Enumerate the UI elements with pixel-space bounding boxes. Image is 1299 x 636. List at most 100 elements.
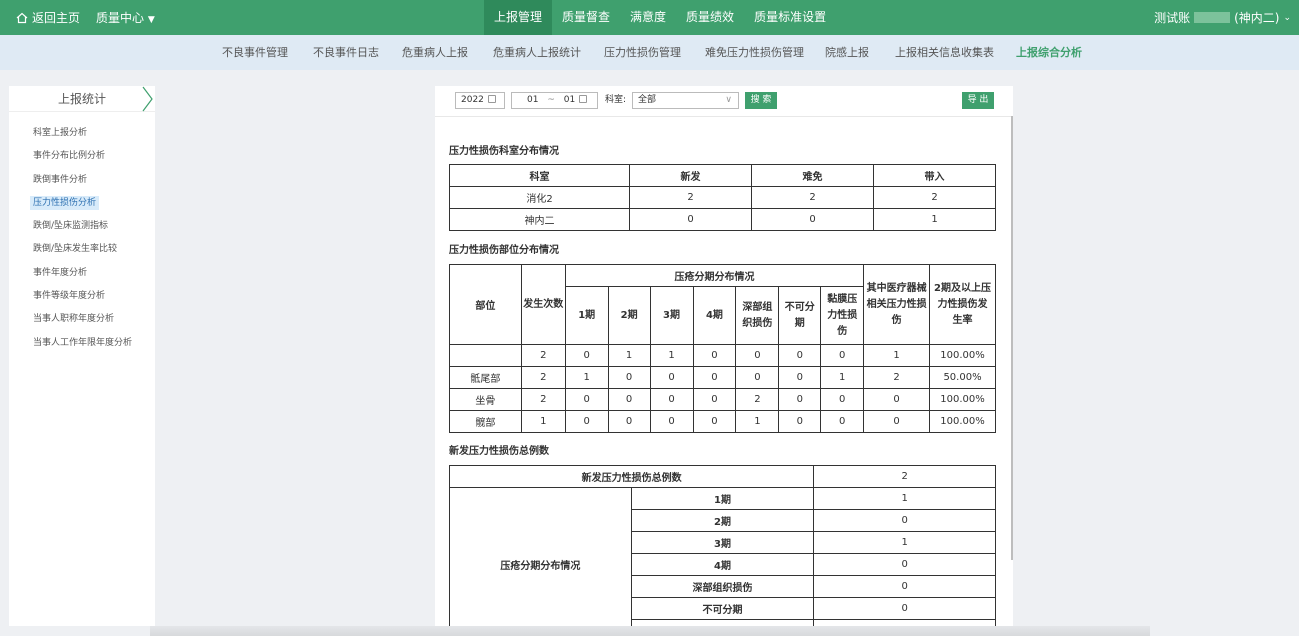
export-button[interactable]: 导 出 xyxy=(962,92,994,109)
sidebar-item-label: 事件等级年度分析 xyxy=(33,291,106,302)
table-cell: 0 xyxy=(692,388,737,411)
sidebar-item[interactable]: 当事人工作年限年度分析 xyxy=(9,332,155,355)
subnav-item-5[interactable]: 难免压力性损伤管理 xyxy=(705,35,804,70)
table-row: 神内二 0 0 1 xyxy=(448,208,996,231)
search-button[interactable]: 搜 索 xyxy=(745,92,777,109)
subnav-item-0[interactable]: 不良事件管理 xyxy=(222,35,288,70)
subnav-item-4[interactable]: 压力性损伤管理 xyxy=(604,35,681,70)
masked-username xyxy=(1194,12,1231,23)
table-cell: 1 xyxy=(564,366,609,389)
table-cell: 1 xyxy=(649,344,694,367)
dept-label: 科室: xyxy=(605,95,627,105)
table-cell: 0 xyxy=(564,344,609,367)
table-cell: 0 xyxy=(649,366,694,389)
table-cell: 1 xyxy=(820,366,865,389)
sidebar-item[interactable]: 跌倒事件分析 xyxy=(9,169,155,192)
nav-item-3[interactable]: 质量绩效 xyxy=(676,0,744,35)
content-panel: 2022 01 ~ 01 科室: 全部 ∨ 搜 索 导 出 压力性损伤科室分布情… xyxy=(435,86,1013,626)
table-cell xyxy=(449,344,522,367)
th-rate: 2期及以上压力性损伤发生率 xyxy=(929,264,996,345)
sub-navbar: 不良事件管理 不良事件日志 危重病人上报 危重病人上报统计 压力性损伤管理 难免压力性损伤… xyxy=(0,35,1299,70)
dept-table: 科室 新发 难免 带入 消化2 2 2 2 神内二 0 0 1 xyxy=(448,164,996,231)
chevron-down-icon: ⌄ xyxy=(1283,12,1291,23)
th-stage-group: 压疮分期分布情况 xyxy=(564,264,865,287)
site-table: 部位 发生次数 压疮分期分布情况 其中医疗器械相关压力性损伤 2期及以上压力性损… xyxy=(449,264,996,433)
table-cell: 2 xyxy=(751,186,874,209)
sidebar-item[interactable]: 科室上报分析 xyxy=(9,122,155,145)
table-row: 压疮分期分布情况 1期 1 xyxy=(449,487,996,626)
table-cell: 0 xyxy=(863,388,931,411)
nav-item-4[interactable]: 质量标准设置 xyxy=(744,0,836,35)
month-range-picker[interactable]: 01 ~ 01 xyxy=(511,92,598,109)
filter-toolbar: 2022 01 ~ 01 科室: 全部 ∨ 搜 索 导 出 xyxy=(435,86,1013,116)
home-link[interactable]: 返回主页 xyxy=(16,9,80,26)
sidebar-item[interactable]: 事件等级年度分析 xyxy=(9,285,155,308)
table-cell: 消化2 xyxy=(448,186,631,209)
table-cell: 0 xyxy=(607,366,651,389)
sidebar-item[interactable]: 跌倒/坠床发生率比较 xyxy=(9,238,155,261)
th-total-label: 新发压力性损伤总例数 xyxy=(448,465,815,488)
table-cell: 2 xyxy=(520,366,566,389)
table-cell: 0 xyxy=(692,410,737,433)
stage-label: 4期 xyxy=(630,553,815,576)
th-col-3: 带入 xyxy=(873,164,996,187)
table-cell: 0 xyxy=(607,410,651,433)
subnav-item-7[interactable]: 上报相关信息收集表 xyxy=(895,35,994,70)
sidebar-item-label: 跌倒/坠床监测指标 xyxy=(33,221,109,232)
stage-value: 0 xyxy=(813,509,996,532)
table-cell: 髋部 xyxy=(449,410,522,433)
subnav-item-2[interactable]: 危重病人上报 xyxy=(402,35,468,70)
scrollbar[interactable] xyxy=(1011,116,1013,560)
month-start: 01 xyxy=(527,95,539,105)
sidebar-item-label: 当事人工作年限年度分析 xyxy=(33,337,133,348)
th-device: 其中医疗器械相关压力性损伤 xyxy=(863,264,931,345)
subnav-item-8[interactable]: 上报综合分析 xyxy=(1016,35,1082,70)
th-stage-4: 深部组织损伤 xyxy=(735,286,780,345)
user-menu[interactable]: 测试账 (神内二) ⌄ xyxy=(1154,0,1291,35)
subnav-item-1[interactable]: 不良事件日志 xyxy=(313,35,379,70)
table-cell: 0 xyxy=(820,410,865,433)
table-cell: 坐骨 xyxy=(449,388,522,411)
year-value: 2022 xyxy=(461,95,484,105)
stage-value: 0 xyxy=(813,597,996,620)
year-picker[interactable]: 2022 xyxy=(455,92,505,109)
table-cell: 100.00% xyxy=(929,388,996,411)
th-stage-2: 3期 xyxy=(649,286,694,345)
table-cell: 2 xyxy=(520,388,566,411)
th-part: 部位 xyxy=(449,264,522,345)
sidebar-item[interactable]: 事件年度分析 xyxy=(9,262,155,285)
sidebar-title: 上报统计 xyxy=(57,92,106,106)
table-cell: 0 xyxy=(778,410,822,433)
sidebar-header[interactable]: 上报统计 xyxy=(9,86,155,112)
sidebar-item[interactable]: 当事人职称年度分析 xyxy=(9,308,155,331)
nav-item-2[interactable]: 满意度 xyxy=(620,0,676,35)
calendar-icon xyxy=(579,95,588,103)
total-value: 2 xyxy=(813,465,996,488)
table-cell: 0 xyxy=(564,388,609,411)
subnav-item-6[interactable]: 院感上报 xyxy=(825,35,869,70)
user-dept: (神内二) xyxy=(1234,11,1280,25)
top-navbar: 返回主页 质量中心 ▼ 上报管理 质量督查 满意度 质量绩效 质量标准设置 测试账 (神… xyxy=(0,0,1299,35)
table-cell: 0 xyxy=(778,366,822,389)
dept-select[interactable]: 全部 ∨ xyxy=(632,92,739,109)
nav-item-0[interactable]: 上报管理 xyxy=(484,0,553,35)
sidebar-item[interactable]: 压力性损伤分析 xyxy=(9,192,155,215)
nav-item-1[interactable]: 质量督查 xyxy=(552,0,620,35)
sidebar-item[interactable]: 跌倒/坠床监测指标 xyxy=(9,215,155,238)
quality-center-menu[interactable]: 质量中心 ▼ xyxy=(96,9,155,26)
table-cell: 0 xyxy=(649,410,694,433)
table-cell: 2 xyxy=(863,366,931,389)
table-cell: 0 xyxy=(778,344,822,367)
sidebar-item[interactable]: 事件分布比例分析 xyxy=(9,145,155,168)
subnav-item-3[interactable]: 危重病人上报统计 xyxy=(493,35,581,70)
table-cell: 100.00% xyxy=(929,410,996,433)
table-cell: 神内二 xyxy=(448,208,631,231)
sidebar-item-label: 事件分布比例分析 xyxy=(33,151,106,162)
table-cell: 1 xyxy=(873,208,996,231)
sidebar-item-label: 跌倒事件分析 xyxy=(33,174,88,185)
section-title-site: 压力性损伤部位分布情况 xyxy=(449,245,559,256)
stage-label: 不可分期 xyxy=(630,597,815,620)
home-icon xyxy=(16,12,28,23)
th-stage-3: 4期 xyxy=(692,286,737,345)
table-cell: 0 xyxy=(649,388,694,411)
